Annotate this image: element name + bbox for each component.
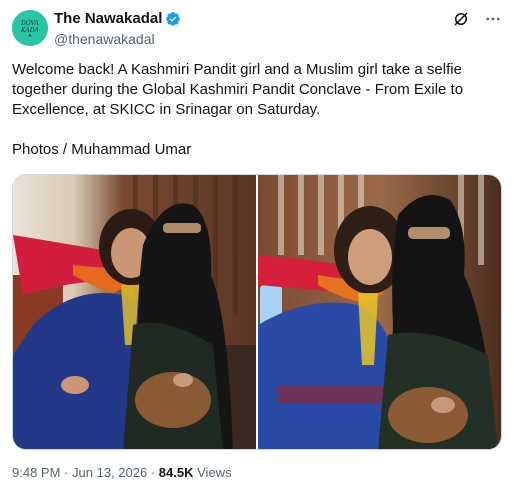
tweet-text: Welcome back! A Kashmiri Pandit girl and… [12, 61, 464, 158]
author-display-name[interactable]: The Nawakadal [54, 9, 162, 29]
tweet: DOVA KADA The Nawakadal @thenawakadal We… [0, 0, 514, 486]
author-avatar[interactable]: DOVA KADA [12, 10, 48, 46]
author-handle[interactable]: @thenawakadal [54, 29, 181, 49]
grok-icon[interactable] [452, 10, 470, 28]
tweet-date[interactable]: Jun 13, 2026 [72, 465, 147, 480]
photo-1[interactable] [13, 175, 256, 449]
author-info: The Nawakadal @thenawakadal [54, 9, 181, 49]
views-label: Views [197, 465, 232, 480]
tweet-media [12, 174, 502, 450]
meta-separator: · [64, 465, 69, 480]
tweet-time[interactable]: 9:48 PM [12, 465, 60, 480]
avatar-text-top: DOVA [20, 20, 40, 27]
tweet-meta: 9:48 PM · Jun 13, 2026 · 84.5K Views [12, 465, 232, 481]
photo-2[interactable] [258, 175, 501, 449]
avatar-text-bottom: KADA [20, 27, 39, 34]
views-count: 84.5K [158, 465, 194, 480]
verified-badge-icon [165, 11, 181, 27]
more-icon[interactable] [484, 10, 502, 28]
meta-separator: · [150, 465, 156, 480]
tweet-top-actions [452, 10, 502, 28]
